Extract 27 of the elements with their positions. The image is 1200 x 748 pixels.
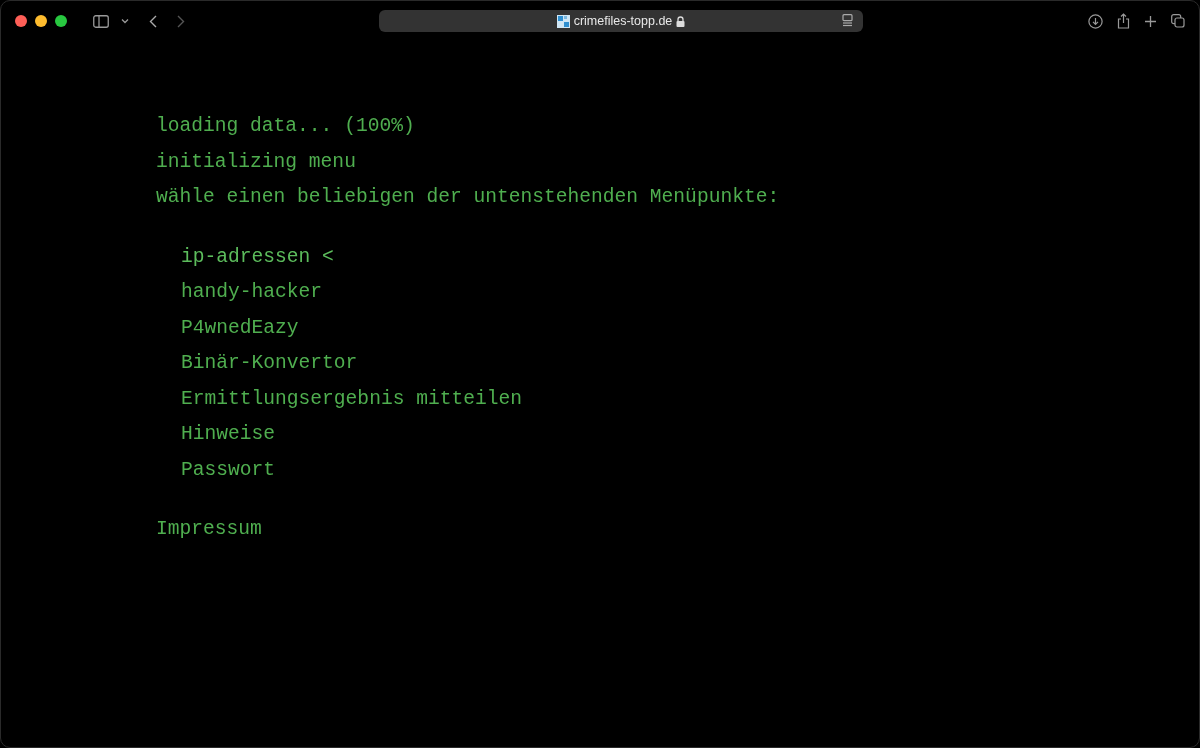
terminal-line: initializing menu [156,149,356,175]
share-icon[interactable] [1117,13,1130,29]
menu-item[interactable]: Binär-Konvertor [181,346,358,382]
lock-icon [676,15,686,27]
menu-item[interactable]: Ermittlungsergebnis mitteilen [181,381,522,417]
tabs-overview-icon[interactable] [1171,14,1185,28]
menu-item[interactable]: Passwort [181,452,276,488]
menu-item[interactable]: ip-adressen < [181,239,334,275]
minimize-button[interactable] [35,15,47,27]
reader-icon[interactable] [842,14,853,27]
chevron-down-icon[interactable] [121,18,129,24]
new-tab-icon[interactable] [1144,14,1157,28]
close-button[interactable] [15,15,27,27]
imprint-link[interactable]: Impressum [156,512,262,548]
url-text: crimefiles-topp.de [573,14,673,28]
download-icon[interactable] [1088,13,1103,29]
zoom-button[interactable] [55,15,67,27]
terminal-line: wähle einen beliebigen der untenstehenden Menüpunkte: [156,185,780,210]
site-icon [556,14,570,28]
menu-item[interactable]: handy-hacker [181,275,323,311]
forward-icon[interactable] [177,14,185,28]
terminal-line: loading data... (100%) [156,114,415,139]
sidebar-icon[interactable] [93,14,109,28]
menu-item[interactable]: P4wnedEazy [181,310,299,346]
address-bar[interactable]: crimefiles-topp.de [379,10,863,32]
back-icon[interactable] [149,14,157,28]
menu-item[interactable]: Hinweise [181,417,276,453]
